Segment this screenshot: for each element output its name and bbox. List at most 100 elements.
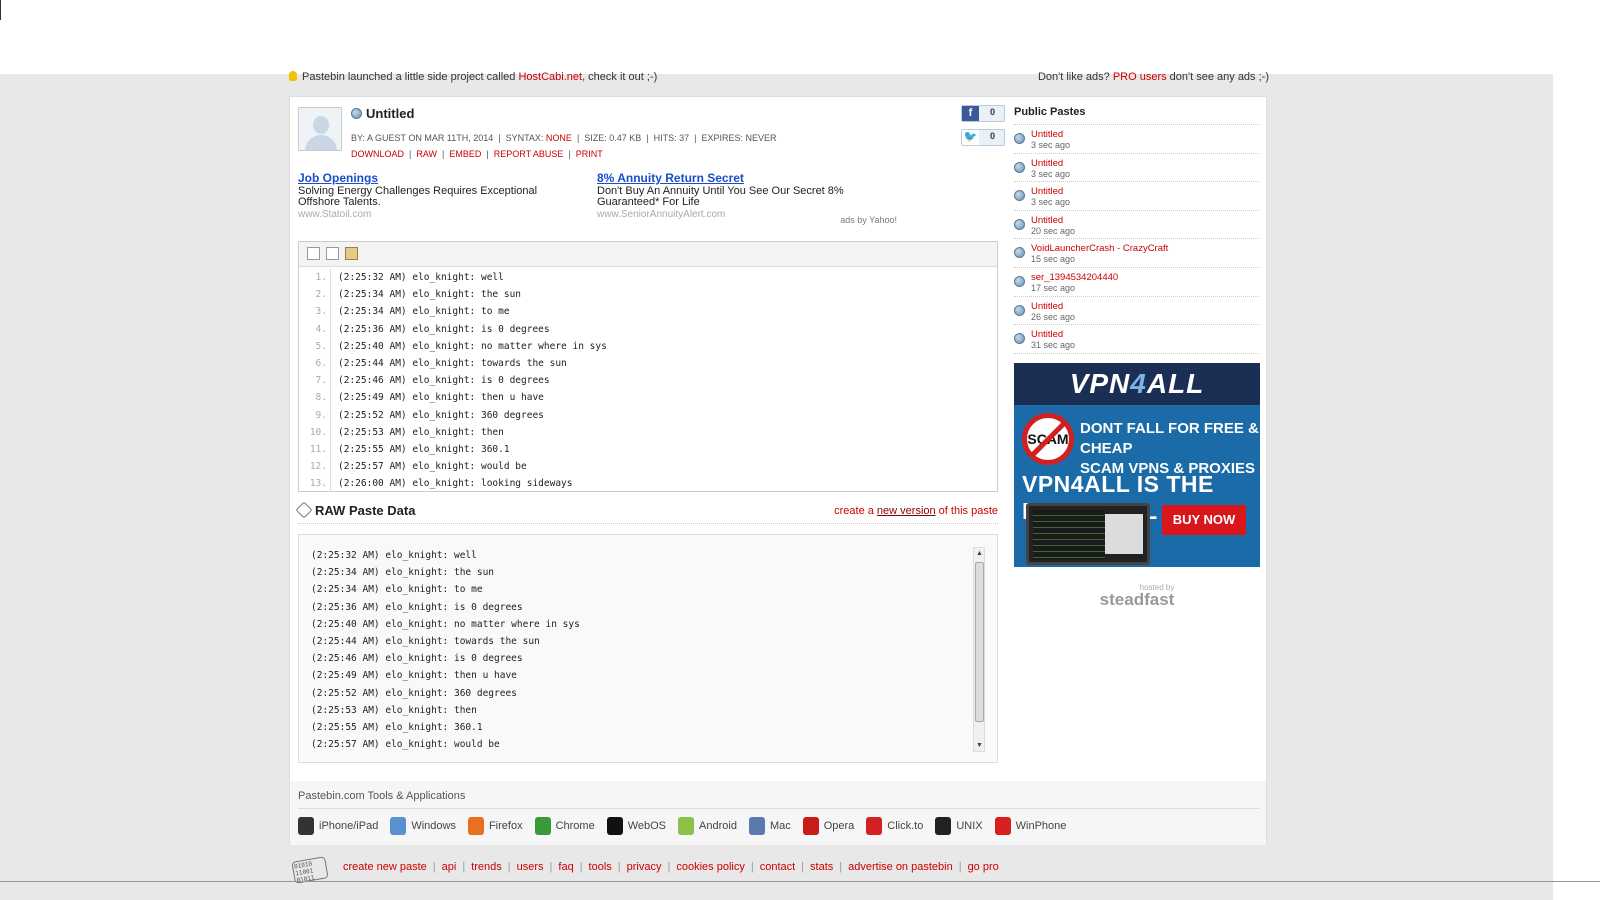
paste-size: SIZE: 0.47 KB bbox=[584, 133, 642, 143]
embed-link[interactable]: EMBED bbox=[449, 149, 481, 159]
tool-webos[interactable]: WebOS bbox=[606, 817, 666, 835]
raw-paste-textarea[interactable]: (2:25:32 AM) elo_knight: well (2:25:34 AM… bbox=[298, 534, 998, 763]
tool-chrome[interactable]: Chrome bbox=[534, 817, 595, 835]
tool-android[interactable]: Android bbox=[678, 817, 737, 835]
footer-link-users[interactable]: users bbox=[517, 861, 544, 873]
tool-mac[interactable]: Mac bbox=[748, 817, 791, 835]
tools-list: iPhone/iPad Windows Firefox Chrome WebOS Andr… bbox=[298, 817, 1078, 835]
vpn4all-logo: VPN4ALL bbox=[1014, 362, 1260, 405]
footer-link-privacy[interactable]: privacy bbox=[627, 861, 662, 873]
footer-link-advertise-on-pastebin[interactable]: advertise on pastebin bbox=[848, 861, 953, 873]
tool-click-to[interactable]: Click.to bbox=[866, 817, 923, 835]
public-paste-item[interactable]: Untitled 26 sec ago bbox=[1014, 297, 1260, 326]
twitter-icon: 🐦 bbox=[962, 130, 979, 145]
line-number: 2. bbox=[299, 286, 331, 304]
footer-link-create-new-paste[interactable]: create new paste bbox=[343, 861, 427, 873]
footer-link-api[interactable]: api bbox=[442, 861, 457, 873]
toggle-line-numbers-icon[interactable] bbox=[307, 247, 320, 260]
print-link[interactable]: PRINT bbox=[576, 149, 603, 159]
footer-link-stats[interactable]: stats bbox=[810, 861, 833, 873]
scroll-down-arrow-icon[interactable]: ▼ bbox=[975, 741, 984, 750]
download-link[interactable]: DOWNLOAD bbox=[351, 149, 404, 159]
public-paste-item[interactable]: Untitled 20 sec ago bbox=[1014, 211, 1260, 240]
tool-unix[interactable]: UNIX bbox=[935, 817, 983, 835]
public-paste-link[interactable]: Untitled bbox=[1031, 329, 1063, 340]
scroll-up-arrow-icon[interactable]: ▲ bbox=[975, 549, 984, 558]
public-paste-item[interactable]: VoidLauncherCrash - CrazyCraft 15 sec ago bbox=[1014, 239, 1260, 268]
tool-opera[interactable]: Opera bbox=[802, 817, 855, 835]
raw-line: (2:25:53 AM) elo_knight: then bbox=[311, 704, 477, 716]
raw-text[interactable]: (2:25:32 AM) elo_knight: well (2:25:34 AM… bbox=[311, 547, 580, 753]
tool-label[interactable]: iPhone/iPad bbox=[319, 820, 378, 832]
public-paste-item[interactable]: Untitled 3 sec ago bbox=[1014, 125, 1260, 154]
footer-separator: | bbox=[750, 861, 754, 873]
public-paste-link[interactable]: Untitled bbox=[1031, 129, 1063, 140]
footer-link-faq[interactable]: faq bbox=[558, 861, 573, 873]
public-paste-link[interactable]: Untitled bbox=[1031, 215, 1063, 226]
expand-view-icon[interactable] bbox=[326, 247, 339, 260]
tool-label[interactable]: UNIX bbox=[956, 820, 982, 832]
line-number: 10. bbox=[299, 423, 331, 441]
twitter-tweet-button[interactable]: 🐦 0 bbox=[961, 129, 1005, 146]
code-line-text: (2:25:36 AM) elo_knight: is 0 degrees bbox=[338, 323, 550, 335]
code-line: 12. (2:25:57 AM) elo_knight: would be bbox=[299, 458, 997, 476]
tool-label[interactable]: WinPhone bbox=[1016, 820, 1067, 832]
binary-logo-icon[interactable]: 01010 11001 01011 bbox=[291, 856, 329, 884]
footer-link-cookies-policy[interactable]: cookies policy bbox=[676, 861, 744, 873]
footer-link-trends[interactable]: trends bbox=[471, 861, 502, 873]
vpn4all-banner-ad[interactable]: VPN4ALL SCAM DONT FALL FOR FREE & CHEAPS… bbox=[1014, 362, 1260, 567]
footer-link-tools[interactable]: tools bbox=[589, 861, 612, 873]
raw-paste-header: RAW Paste Data create a new version of t… bbox=[295, 501, 998, 524]
tool-iphone-ipad[interactable]: iPhone/iPad bbox=[298, 817, 378, 835]
hostcabi-link[interactable]: HostCabi.net bbox=[518, 71, 582, 83]
copy-clipboard-icon[interactable] bbox=[345, 247, 358, 260]
facebook-like-button[interactable]: f0 bbox=[961, 105, 1005, 122]
public-paste-link[interactable]: Untitled bbox=[1031, 158, 1063, 169]
tool-label[interactable]: Click.to bbox=[887, 820, 923, 832]
tool-label[interactable]: Opera bbox=[824, 820, 855, 832]
tag-icon bbox=[295, 501, 313, 519]
iphone-ipad-icon bbox=[298, 817, 314, 835]
public-paste-link[interactable]: Untitled bbox=[1031, 186, 1063, 197]
paste-content: Untitled BY: A GUEST ON MAR 11TH, 2014 |… bbox=[298, 105, 1005, 244]
tool-label[interactable]: Chrome bbox=[556, 820, 595, 832]
footer-separator: | bbox=[462, 861, 466, 873]
raw-link[interactable]: RAW bbox=[416, 149, 437, 159]
footer-separator: | bbox=[617, 861, 621, 873]
tool-windows[interactable]: Windows bbox=[390, 817, 456, 835]
public-paste-link[interactable]: VoidLauncherCrash - CrazyCraft bbox=[1031, 243, 1168, 254]
guest-avatar bbox=[298, 107, 342, 151]
tool-label[interactable]: Windows bbox=[411, 820, 456, 832]
report-abuse-link[interactable]: REPORT ABUSE bbox=[494, 149, 564, 159]
ad-title[interactable]: 8% Annuity Return Secret bbox=[597, 171, 877, 185]
create-prefix: create a bbox=[834, 505, 877, 517]
tool-label[interactable]: Firefox bbox=[489, 820, 523, 832]
ad-job-openings[interactable]: Job Openings Solving Energy Challenges R… bbox=[298, 171, 578, 220]
ad-annuity[interactable]: 8% Annuity Return Secret Don't Buy An An… bbox=[597, 171, 877, 220]
public-paste-link[interactable]: ser_1394534204440 bbox=[1031, 272, 1118, 283]
public-paste-item[interactable]: Untitled 3 sec ago bbox=[1014, 182, 1260, 211]
public-paste-age: 3 sec ago bbox=[1031, 140, 1071, 150]
tool-label[interactable]: Mac bbox=[770, 820, 791, 832]
text-caret bbox=[0, 0, 1, 20]
pro-notice-text: Don't like ads? bbox=[1037, 71, 1113, 83]
tool-label[interactable]: Android bbox=[699, 820, 737, 832]
new-version-link[interactable]: new version bbox=[877, 505, 936, 517]
buy-now-button[interactable]: BUY NOW bbox=[1162, 504, 1246, 535]
raw-scrollbar[interactable]: ▲ ▼ bbox=[973, 547, 985, 752]
public-paste-item[interactable]: Untitled 3 sec ago bbox=[1014, 154, 1260, 183]
pro-users-link[interactable]: PRO users bbox=[1113, 71, 1167, 83]
footer-link-contact[interactable]: contact bbox=[760, 861, 795, 873]
tool-firefox[interactable]: Firefox bbox=[467, 817, 523, 835]
public-paste-link[interactable]: Untitled bbox=[1031, 301, 1063, 312]
public-paste-item[interactable]: Untitled 31 sec ago bbox=[1014, 325, 1260, 354]
public-paste-item[interactable]: ser_1394534204440 17 sec ago bbox=[1014, 268, 1260, 297]
syntax-link[interactable]: NONE bbox=[546, 133, 572, 143]
scroll-thumb[interactable] bbox=[975, 562, 984, 722]
tool-winphone[interactable]: WinPhone bbox=[994, 817, 1067, 835]
raw-line: (2:25:57 AM) elo_knight: would be bbox=[311, 739, 500, 751]
hosted-by-steadfast[interactable]: hosted by steadfast bbox=[1014, 583, 1260, 610]
footer-link-go-pro[interactable]: go pro bbox=[968, 861, 999, 873]
tool-label[interactable]: WebOS bbox=[628, 820, 666, 832]
ad-title[interactable]: Job Openings bbox=[298, 171, 578, 185]
